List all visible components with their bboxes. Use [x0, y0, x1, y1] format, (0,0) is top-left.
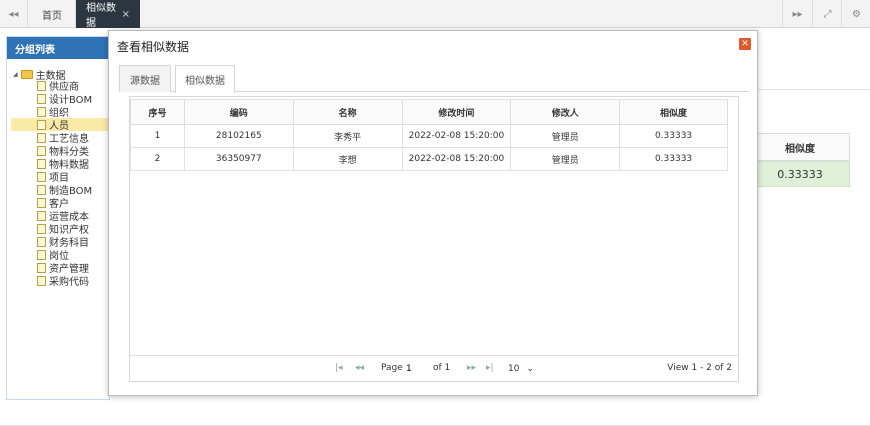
double-right-arrow-icon[interactable]: ▸▸: [782, 0, 812, 28]
tree-item[interactable]: 设计BOM: [37, 92, 109, 106]
folder-icon: [20, 70, 33, 79]
background-cell-value: 0.33333: [750, 161, 850, 187]
document-icon: [37, 158, 46, 169]
document-icon: [37, 171, 46, 182]
tree-list: 供应商 设计BOM 组织 人员 工艺信息 物料分类 物料数据 项目 制造BOM …: [11, 79, 109, 288]
fullscreen-icon[interactable]: ⤢: [812, 0, 842, 28]
document-icon: [37, 275, 46, 286]
tree-item[interactable]: 财务科目: [37, 235, 109, 249]
tree-item[interactable]: 物料数据: [37, 157, 109, 171]
table-cell: 0.33333: [619, 124, 728, 148]
table-cell: 2022-02-08 15:20:00: [401, 147, 512, 171]
background-column-header: 相似度: [750, 133, 850, 161]
table-cell: 李秀平: [292, 124, 403, 148]
document-icon: [37, 236, 46, 247]
table-header-row: 序号 编码 名称 修改时间 修改人 相似度: [130, 99, 728, 125]
tab-similar-data-label: 相似数据: [86, 3, 116, 29]
table-cell: 2022-02-08 15:20:00: [401, 124, 512, 148]
table-cell: 管理员: [510, 124, 621, 148]
document-icon: [37, 249, 46, 260]
dialog-tabs: 源数据 相似数据: [119, 65, 749, 93]
page-count-label: of 1: [433, 363, 451, 373]
close-tab-icon[interactable]: ×: [122, 9, 130, 20]
document-icon: [37, 223, 46, 234]
column-header[interactable]: 序号: [130, 99, 185, 125]
document-icon: [37, 184, 46, 195]
sidebar-title: 分组列表: [7, 37, 109, 59]
tree-item[interactable]: 制造BOM: [37, 183, 109, 197]
tab-home-label: 首页: [42, 10, 62, 22]
group-list-panel: 分组列表 ◢ 主数据 供应商 设计BOM 组织 人员 工艺信息 物料分类 物料数…: [6, 36, 110, 400]
table-cell: 2: [130, 147, 185, 171]
double-left-arrow-icon[interactable]: ◂◂: [0, 0, 28, 28]
pager: |◂ ◂◂ Page of 1 ▸▸ ▸| 10 ⌄ View 1 - 2 of…: [130, 355, 738, 382]
column-header[interactable]: 修改时间: [401, 99, 512, 125]
tab-similar-data[interactable]: 相似数据 ×: [76, 0, 140, 29]
close-icon[interactable]: ✕: [739, 38, 751, 50]
tree-item[interactable]: 采购代码: [37, 274, 109, 288]
table-cell: 36350977: [183, 147, 294, 171]
page-size-select[interactable]: 10 ⌄: [506, 361, 536, 376]
column-header[interactable]: 修改人: [510, 99, 621, 125]
tab-similar-data-active[interactable]: 相似数据: [175, 65, 235, 93]
page-size-value: 10: [508, 363, 520, 374]
table-row[interactable]: 2 36350977 李想 2022-02-08 15:20:00 管理员 0.…: [130, 147, 728, 171]
table-cell: 1: [130, 124, 185, 148]
tab-home[interactable]: 首页: [32, 0, 76, 28]
document-icon: [37, 80, 46, 91]
last-page-icon[interactable]: ▸|: [486, 363, 494, 373]
document-icon: [37, 262, 46, 273]
gear-icon[interactable]: ⚙: [841, 0, 870, 28]
data-table: 序号 编码 名称 修改时间 修改人 相似度 1 28102165 李秀平 202…: [130, 99, 728, 171]
similar-data-grid: 序号 编码 名称 修改时间 修改人 相似度 1 28102165 李秀平 202…: [129, 96, 739, 382]
table-cell: 0.33333: [619, 147, 728, 171]
table-row[interactable]: 1 28102165 李秀平 2022-02-08 15:20:00 管理员 0…: [130, 124, 728, 148]
prev-page-icon[interactable]: ◂◂: [355, 363, 364, 373]
column-header[interactable]: 名称: [292, 99, 403, 125]
expand-triangle-icon[interactable]: ◢: [13, 71, 18, 78]
document-icon: [37, 119, 46, 130]
tree-item[interactable]: 组织: [37, 105, 109, 119]
table-cell: 28102165: [183, 124, 294, 148]
document-icon: [37, 132, 46, 143]
page-label: Page: [381, 363, 403, 373]
tab-source-data[interactable]: 源数据: [119, 65, 171, 92]
chevron-down-icon: ⌄: [526, 363, 534, 374]
page-number-input[interactable]: [406, 361, 432, 376]
dialog-title: 查看相似数据: [117, 40, 190, 54]
document-icon: [37, 197, 46, 208]
table-cell: 管理员: [510, 147, 621, 171]
column-header[interactable]: 相似度: [619, 99, 728, 125]
record-count: View 1 - 2 of 2: [667, 363, 732, 373]
column-header[interactable]: 编码: [183, 99, 294, 125]
document-icon: [37, 106, 46, 117]
next-page-icon[interactable]: ▸▸: [467, 363, 476, 373]
top-tab-bar: ◂◂ 首页 相似数据 × ▸▸ ⤢ ⚙: [0, 0, 870, 29]
document-icon: [37, 145, 46, 156]
table-cell: 李想: [292, 147, 403, 171]
first-page-icon[interactable]: |◂: [335, 363, 343, 373]
tree-item-label: 采购代码: [49, 277, 89, 288]
similar-data-dialog: 查看相似数据 ✕ 源数据 相似数据 序号 编码 名称 修改时间 修改人 相似度 …: [108, 30, 758, 396]
document-icon: [37, 93, 46, 104]
document-icon: [37, 210, 46, 221]
